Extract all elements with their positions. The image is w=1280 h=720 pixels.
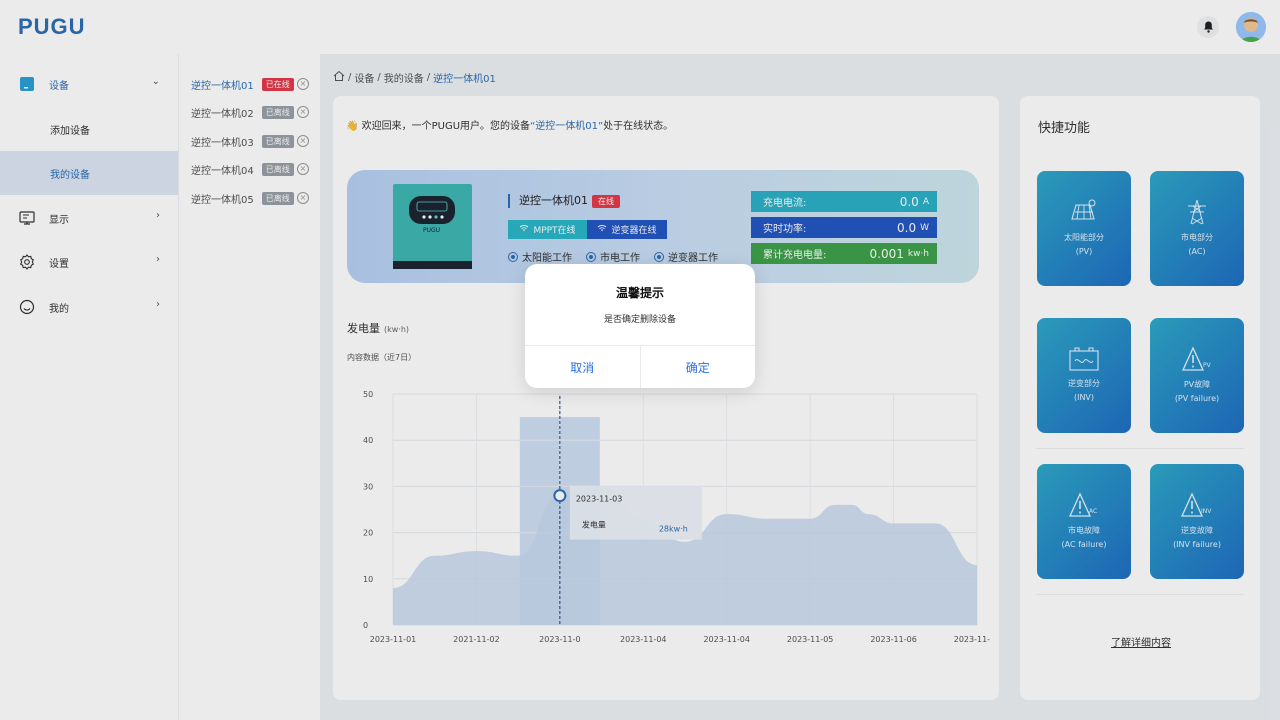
dialog-title: 温馨提示 [615,286,664,300]
confirm-dialog: 温馨提示 是否确定删除设备 取消 确定 [525,264,755,388]
confirm-button[interactable]: 确定 [639,346,756,388]
dialog-message: 是否确定删除设备 [603,315,676,325]
cancel-button[interactable]: 取消 [525,346,640,388]
dialog-actions: 取消 确定 [525,345,755,388]
